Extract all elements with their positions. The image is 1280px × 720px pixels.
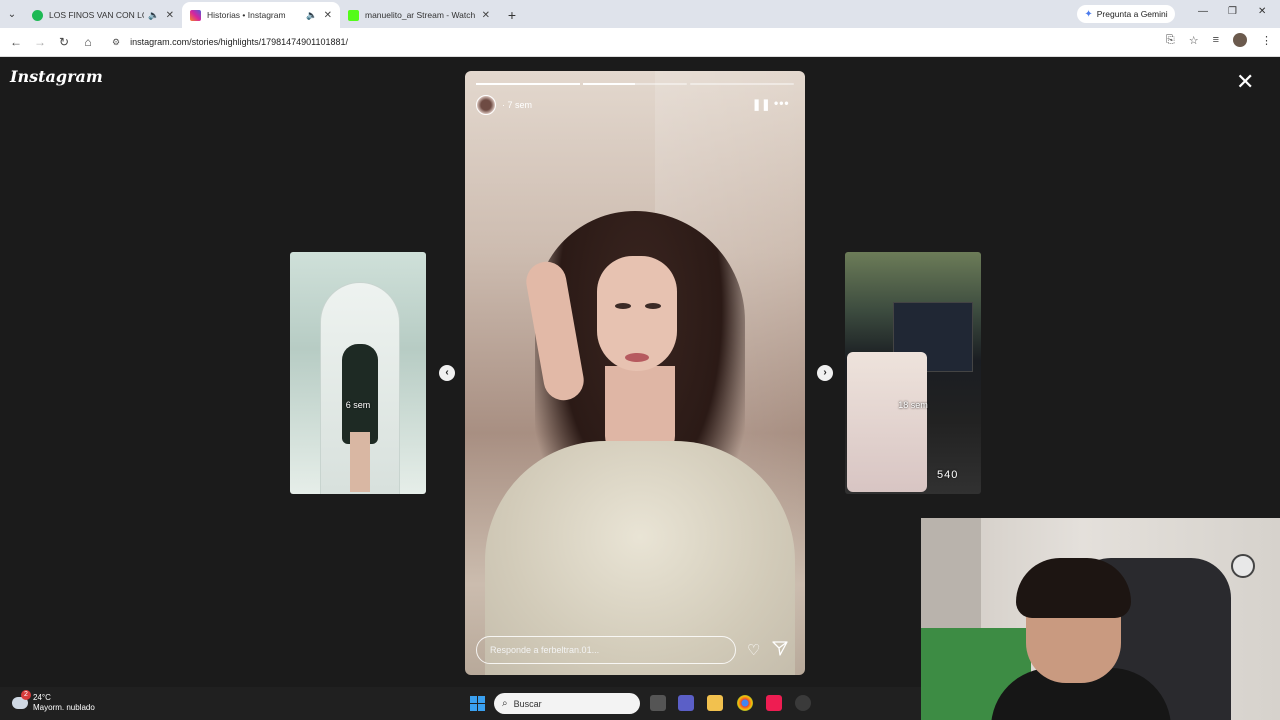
gemini-label: Pregunta a Gemini [1096,9,1168,19]
taskbar-search[interactable]: ⌕ Buscar [494,693,640,714]
thumbnail-time: 18 sem [898,400,928,410]
close-tab-icon[interactable]: ✕ [482,10,490,21]
notification-badge: 2 [21,690,31,700]
eye-left [615,303,631,309]
speaker-icon[interactable]: 🔈 [148,10,159,21]
new-tab-button[interactable]: + [498,2,526,28]
instagram-icon [190,9,201,21]
progress-segment [583,83,687,85]
task-view-icon[interactable] [650,695,666,711]
story-time: · 7 sem [502,100,533,110]
send-icon[interactable] [772,640,788,656]
media-controls-icon[interactable]: ≡ [1213,34,1219,46]
user-avatar[interactable] [476,95,496,115]
heart-icon[interactable]: ♡ [747,641,760,659]
chrome-menu-icon[interactable]: ⋮ [1261,34,1272,47]
tab-search-menu-icon[interactable]: ⌄ [0,0,24,28]
gemini-spark-icon: ✦ [1084,8,1093,20]
thumbnail-count: 540 [937,469,959,481]
lips-shape [625,353,649,362]
story-header: · 7 sem ❚❚ ••• [476,94,794,116]
eye-right [645,303,661,309]
reload-icon[interactable]: ↻ [52,35,76,49]
more-options-icon[interactable]: ••• [774,96,790,110]
windows-start-icon[interactable] [470,696,485,711]
obs-icon[interactable] [795,695,811,711]
windows-taskbar: 2 24°C Mayorm. nublado ⌕ Buscar [0,687,921,720]
tab-instagram[interactable]: Historias • Instagram 🔈 ✕ [182,2,340,28]
bookmark-star-icon[interactable]: ☆ [1189,34,1199,47]
window-close-icon[interactable]: ✕ [1258,6,1266,17]
close-tab-icon[interactable]: ✕ [166,10,174,21]
speaker-icon[interactable]: 🔈 [306,10,317,21]
story-progress-bar [476,83,794,85]
spotify-icon [32,9,43,21]
previous-story-thumbnail[interactable]: 6 sem [290,252,426,494]
forward-icon[interactable]: → [28,35,52,49]
browser-tab-bar: ⌄ LOS FINOS VAN CON LOS F 🔈 ✕ Historias … [0,0,1280,28]
webcam-overlay [921,518,1280,720]
search-label: Buscar [513,698,542,709]
story-time-value: 7 sem [507,100,533,110]
kick-icon [348,9,359,21]
person-legs [350,432,370,492]
home-icon[interactable]: ⌂ [76,35,100,49]
tab-kick[interactable]: manuelito_ar Stream - Watch Li ✕ [340,2,498,28]
toolbar-right: ⎘ ☆ ≡ ⋮ [1166,33,1272,47]
url-field[interactable]: ⚙ instagram.com/stories/highlights/17981… [104,31,1134,53]
weather-widget[interactable]: 2 24°C Mayorm. nublado [12,690,95,713]
chrome-icon[interactable] [737,695,753,711]
next-story-thumbnail[interactable]: 18 sem 540 [845,252,981,494]
search-icon: ⌕ [502,698,508,709]
ask-gemini-button[interactable]: ✦ Pregunta a Gemini [1077,5,1175,23]
restore-icon[interactable]: ❐ [1228,6,1237,17]
url-text: instagram.com/stories/highlights/1798147… [130,37,349,47]
progress-segment [690,83,794,85]
weather-description: Mayorm. nublado [33,703,95,712]
minimize-icon[interactable]: — [1198,6,1208,17]
reply-bar: ♡ [476,636,794,664]
back-icon[interactable]: ← [4,35,28,49]
tab-title: Historias • Instagram [207,10,286,20]
file-explorer-icon[interactable] [707,695,723,711]
address-bar-row: ← → ↻ ⌂ ⚙ instagram.com/stories/highligh… [0,28,1280,57]
wall-clock [1231,554,1255,578]
next-story-arrow-icon[interactable]: › [817,365,833,381]
thumbnail-time: 6 sem [345,400,371,410]
progress-segment [476,83,580,85]
pause-icon[interactable]: ❚❚ [752,98,770,111]
tab-title: LOS FINOS VAN CON LOS F [49,10,144,20]
cup-shape [847,352,927,492]
tab-title: manuelito_ar Stream - Watch Li [365,10,476,20]
story-card[interactable]: · 7 sem ❚❚ ••• ♡ [465,71,805,675]
tab-spotify[interactable]: LOS FINOS VAN CON LOS F 🔈 ✕ [24,2,182,28]
cloud-icon: 2 [12,690,31,709]
close-tab-icon[interactable]: ✕ [324,10,332,21]
temperature: 24°C [33,693,51,702]
person-hair [1016,558,1131,618]
tiktok-icon[interactable] [766,695,782,711]
progress-fill [583,83,635,85]
person-figure [342,344,378,444]
profile-avatar[interactable] [1233,33,1247,47]
reply-input[interactable] [476,636,736,664]
progress-fill [476,83,580,85]
instagram-logo[interactable]: Instagram [10,67,103,86]
previous-story-arrow-icon[interactable]: ‹ [439,365,455,381]
install-app-icon[interactable]: ⎘ [1166,34,1175,47]
site-info-icon[interactable]: ⚙ [112,37,120,48]
close-stories-icon[interactable]: ✕ [1236,71,1254,93]
teams-icon[interactable] [678,695,694,711]
